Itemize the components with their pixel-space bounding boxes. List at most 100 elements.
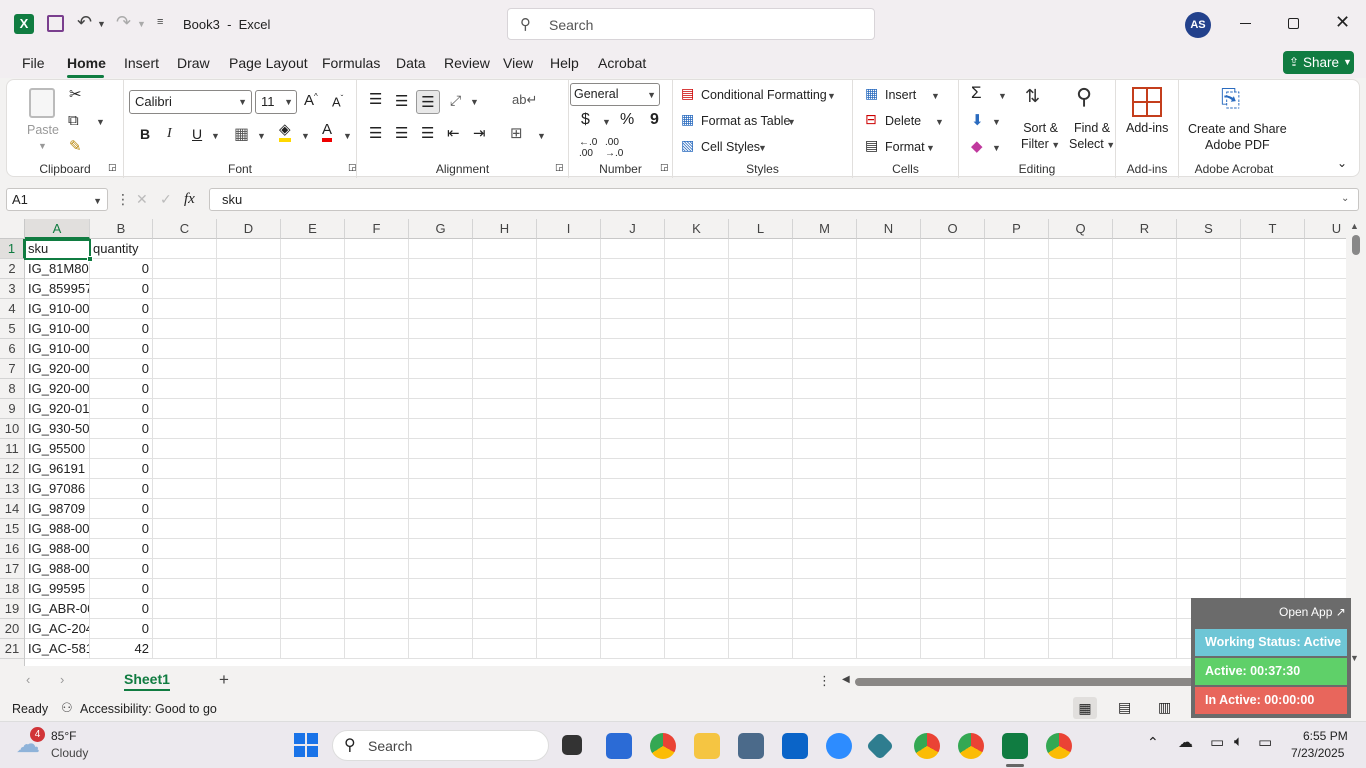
row-header[interactable]: 8	[0, 379, 25, 399]
cell-empty[interactable]	[473, 599, 537, 619]
tab-view[interactable]: View	[503, 55, 533, 71]
cell-empty[interactable]	[1177, 419, 1241, 439]
normal-view-icon[interactable]: ▦	[1073, 697, 1097, 719]
cell-quantity[interactable]: 0	[90, 599, 153, 619]
scroll-left-icon[interactable]: ◀	[842, 674, 850, 685]
borders-icon[interactable]: ▦	[234, 124, 249, 144]
cell-empty[interactable]	[281, 599, 345, 619]
cell-empty[interactable]	[729, 419, 793, 439]
fill-dropdown-icon[interactable]: ▼	[992, 117, 1001, 127]
cell-empty[interactable]	[793, 399, 857, 419]
cell-empty[interactable]	[409, 319, 473, 339]
cell-empty[interactable]	[473, 499, 537, 519]
cell-quantity[interactable]: 0	[90, 419, 153, 439]
cell-empty[interactable]	[1113, 459, 1177, 479]
cell-sku[interactable]: IG_910-00	[25, 339, 90, 359]
column-header-U[interactable]: U	[1305, 219, 1346, 239]
cell-empty[interactable]	[857, 619, 921, 639]
cell-empty[interactable]	[793, 599, 857, 619]
cell-empty[interactable]	[409, 339, 473, 359]
cell-empty[interactable]	[857, 319, 921, 339]
cell-empty[interactable]	[537, 299, 601, 319]
cell-empty[interactable]	[1241, 259, 1305, 279]
cell-empty[interactable]	[1049, 359, 1113, 379]
underline-button[interactable]: U	[192, 126, 202, 142]
tab-file[interactable]: File	[22, 55, 45, 71]
column-header-K[interactable]: K	[665, 219, 729, 239]
cell-empty[interactable]	[857, 459, 921, 479]
cell-styles-button[interactable]: Cell Styles	[701, 140, 760, 154]
cell-empty[interactable]	[217, 259, 281, 279]
clear-icon[interactable]: ◆	[971, 137, 983, 155]
cell-empty[interactable]	[281, 559, 345, 579]
cell-empty[interactable]	[473, 459, 537, 479]
calculator-icon[interactable]	[738, 733, 764, 759]
cell-empty[interactable]	[153, 539, 217, 559]
cell-empty[interactable]	[793, 259, 857, 279]
cell-empty[interactable]	[537, 339, 601, 359]
cell-empty[interactable]	[1177, 279, 1241, 299]
paste-dropdown-icon[interactable]: ▼	[38, 141, 47, 151]
cell-empty[interactable]	[537, 419, 601, 439]
cell-empty[interactable]	[281, 619, 345, 639]
cell-empty[interactable]	[857, 639, 921, 659]
row-header[interactable]: 4	[0, 299, 25, 319]
cell-empty[interactable]	[1305, 239, 1346, 259]
cell-empty[interactable]	[921, 639, 985, 659]
cell-empty[interactable]	[409, 279, 473, 299]
cell-empty[interactable]	[1113, 519, 1177, 539]
row-header[interactable]: 6	[0, 339, 25, 359]
cell-empty[interactable]	[281, 319, 345, 339]
cell-empty[interactable]	[153, 379, 217, 399]
cell-empty[interactable]	[985, 559, 1049, 579]
cell-empty[interactable]	[1305, 379, 1346, 399]
cell-empty[interactable]	[921, 619, 985, 639]
cell-styles-icon[interactable]: ▧	[681, 137, 694, 154]
column-header-A[interactable]: A	[25, 219, 90, 239]
cell-empty[interactable]	[409, 239, 473, 259]
cell-empty[interactable]	[1113, 439, 1177, 459]
close-icon[interactable]: ✕	[1335, 12, 1350, 33]
cell-empty[interactable]	[1113, 499, 1177, 519]
cell-empty[interactable]	[345, 419, 409, 439]
increase-decimal-icon[interactable]: ←.0.00	[579, 137, 597, 159]
cell-empty[interactable]	[729, 239, 793, 259]
cell-empty[interactable]	[665, 619, 729, 639]
cell-empty[interactable]	[281, 479, 345, 499]
cell-empty[interactable]	[281, 519, 345, 539]
cell-empty[interactable]	[1241, 579, 1305, 599]
cell-empty[interactable]	[665, 479, 729, 499]
underline-dropdown-icon[interactable]: ▼	[211, 131, 220, 141]
cell-empty[interactable]	[857, 439, 921, 459]
cell-empty[interactable]	[1305, 319, 1346, 339]
cell-empty[interactable]	[473, 319, 537, 339]
column-header-G[interactable]: G	[409, 219, 473, 239]
copy-dropdown-icon[interactable]: ▼	[96, 117, 105, 127]
cell-empty[interactable]	[857, 279, 921, 299]
cell-empty[interactable]	[921, 379, 985, 399]
fill-color-dropdown-icon[interactable]: ▼	[301, 131, 310, 141]
cell-empty[interactable]	[985, 419, 1049, 439]
cell-empty[interactable]	[537, 259, 601, 279]
cell-empty[interactable]	[345, 299, 409, 319]
cell-empty[interactable]	[729, 639, 793, 659]
cell-empty[interactable]	[281, 499, 345, 519]
cell-empty[interactable]	[921, 559, 985, 579]
cell-quantity[interactable]: 0	[90, 579, 153, 599]
cell-empty[interactable]	[1113, 599, 1177, 619]
cell-empty[interactable]	[1049, 499, 1113, 519]
cell-empty[interactable]	[1049, 379, 1113, 399]
cell-empty[interactable]	[281, 459, 345, 479]
customize-quick-access-icon[interactable]: ≡	[157, 16, 163, 28]
cell-empty[interactable]	[1305, 579, 1346, 599]
cell-sku[interactable]: IG_988-00	[25, 519, 90, 539]
chrome-profile-icon-1[interactable]	[914, 733, 940, 759]
cell-empty[interactable]	[921, 439, 985, 459]
select-all-corner[interactable]	[0, 219, 25, 239]
cell-empty[interactable]	[793, 519, 857, 539]
cell-empty[interactable]	[1113, 579, 1177, 599]
cell-empty[interactable]	[409, 599, 473, 619]
cell-empty[interactable]	[217, 559, 281, 579]
cell-empty[interactable]	[281, 299, 345, 319]
cell-empty[interactable]	[281, 379, 345, 399]
